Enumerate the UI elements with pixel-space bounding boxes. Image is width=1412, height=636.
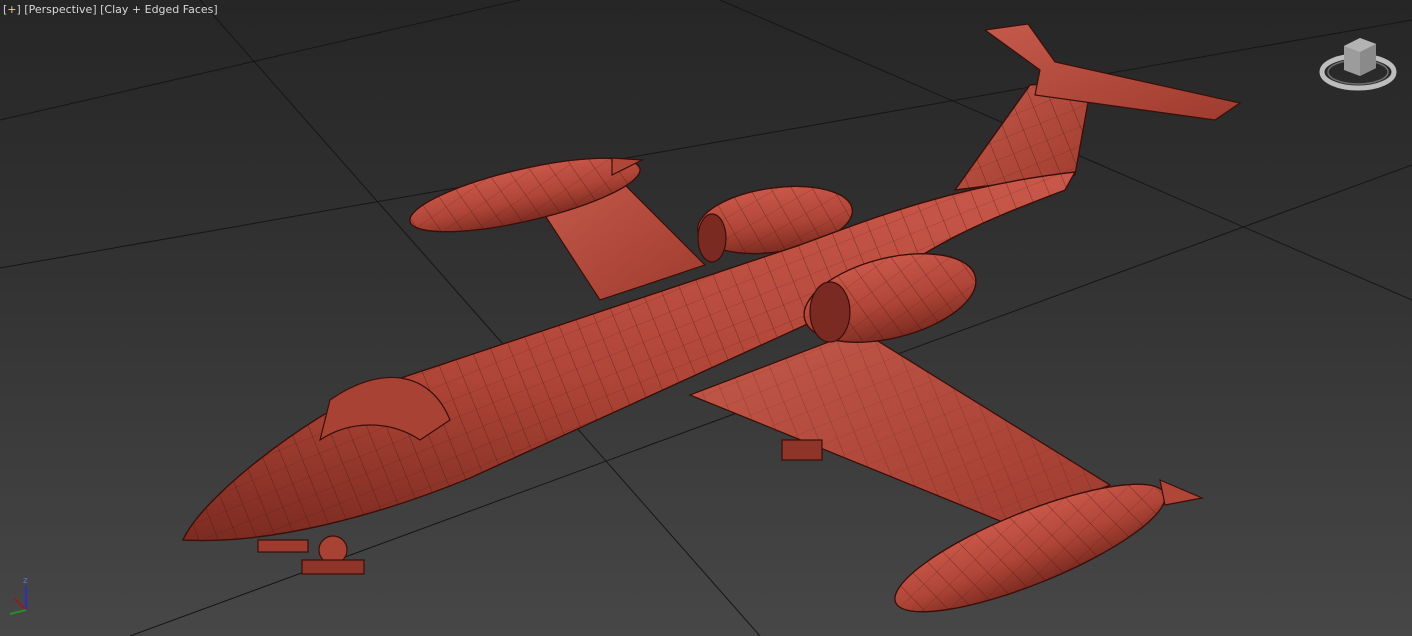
view-type-button[interactable]: Perspective bbox=[29, 3, 93, 16]
main-landing-gear bbox=[781, 439, 823, 461]
airplane-model[interactable] bbox=[182, 23, 1242, 636]
perspective-viewport[interactable]: [+] [Perspective] [Clay + Edged Faces] z bbox=[0, 0, 1412, 636]
shading-mode-button[interactable]: Clay + Edged Faces bbox=[104, 3, 213, 16]
scene-canvas[interactable] bbox=[0, 0, 1412, 636]
viewport-menu-button[interactable]: + bbox=[7, 3, 16, 16]
nose-landing-gear bbox=[257, 535, 365, 575]
axis-z-label: z bbox=[23, 576, 28, 586]
axis-tripod-icon: z bbox=[9, 576, 28, 615]
viewcube-icon[interactable] bbox=[1318, 30, 1398, 96]
viewport-label: [+] [Perspective] [Clay + Edged Faces] bbox=[3, 3, 218, 16]
